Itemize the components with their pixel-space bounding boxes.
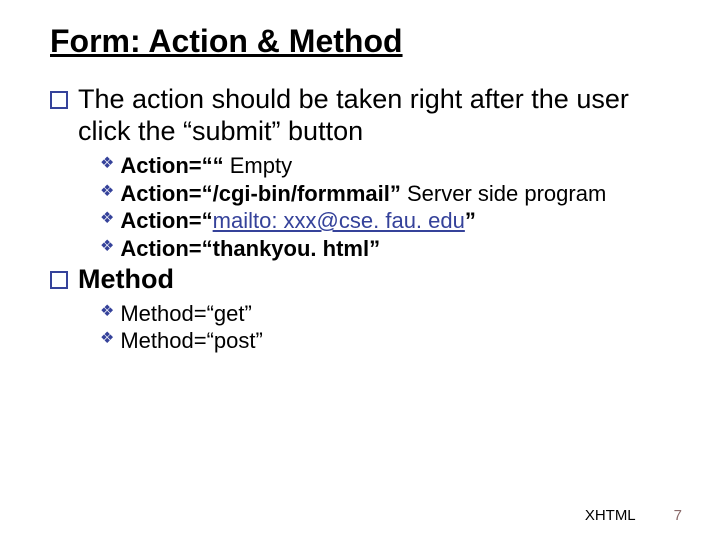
bullet-level2: ❖ Action=“/cgi-bin/formmail” Server side…: [100, 180, 680, 208]
mailto-link[interactable]: mailto: xxx@cse. fau. edu: [213, 208, 465, 233]
page-title: Form: Action & Method: [50, 22, 680, 60]
bullet-text: Method: [78, 264, 174, 296]
bullet-level2: ❖ Action=“mailto: xxx@cse. fau. edu”: [100, 207, 680, 235]
action-value: Action=““: [120, 153, 223, 178]
bullet-text: The action should be taken right after t…: [78, 84, 680, 148]
bullet-level2: ❖ Method=“get”: [100, 300, 680, 328]
page-number: 7: [674, 507, 682, 524]
bullet-text: Action=“mailto: xxx@cse. fau. edu”: [120, 207, 476, 235]
action-desc: Empty: [224, 153, 292, 178]
action-suffix: ”: [465, 208, 476, 233]
diamond-bullet-icon: ❖: [100, 304, 114, 320]
diamond-bullet-icon: ❖: [100, 331, 114, 347]
diamond-bullet-icon: ❖: [100, 239, 114, 255]
action-value: Action=“thankyou. html”: [120, 236, 380, 261]
square-bullet-icon: [50, 271, 68, 289]
footer-label: XHTML: [585, 507, 636, 524]
diamond-bullet-icon: ❖: [100, 184, 114, 200]
bullet-level2: ❖ Method=“post”: [100, 327, 680, 355]
sub-list: ❖ Method=“get” ❖ Method=“post”: [100, 300, 680, 355]
slide: Form: Action & Method The action should …: [0, 0, 720, 540]
diamond-bullet-icon: ❖: [100, 211, 114, 227]
bullet-level2: ❖ Action=“thankyou. html”: [100, 235, 680, 263]
action-value: Action=“/cgi-bin/formmail”: [120, 181, 401, 206]
bullet-level1: The action should be taken right after t…: [50, 84, 680, 148]
action-desc: Server side program: [401, 181, 606, 206]
slide-footer: XHTML 7: [585, 507, 682, 524]
square-bullet-icon: [50, 91, 68, 109]
bullet-text: Action=“/cgi-bin/formmail” Server side p…: [120, 180, 606, 208]
bullet-text: Method=“get”: [120, 300, 251, 328]
bullet-text: Method=“post”: [120, 327, 262, 355]
bullet-level2: ❖ Action=““ Empty: [100, 152, 680, 180]
diamond-bullet-icon: ❖: [100, 156, 114, 172]
bullet-level1: Method: [50, 264, 680, 296]
bullet-text: Action=““ Empty: [120, 152, 292, 180]
action-prefix: Action=“: [120, 208, 212, 233]
sub-list: ❖ Action=““ Empty ❖ Action=“/cgi-bin/for…: [100, 152, 680, 262]
bullet-text: Action=“thankyou. html”: [120, 235, 380, 263]
